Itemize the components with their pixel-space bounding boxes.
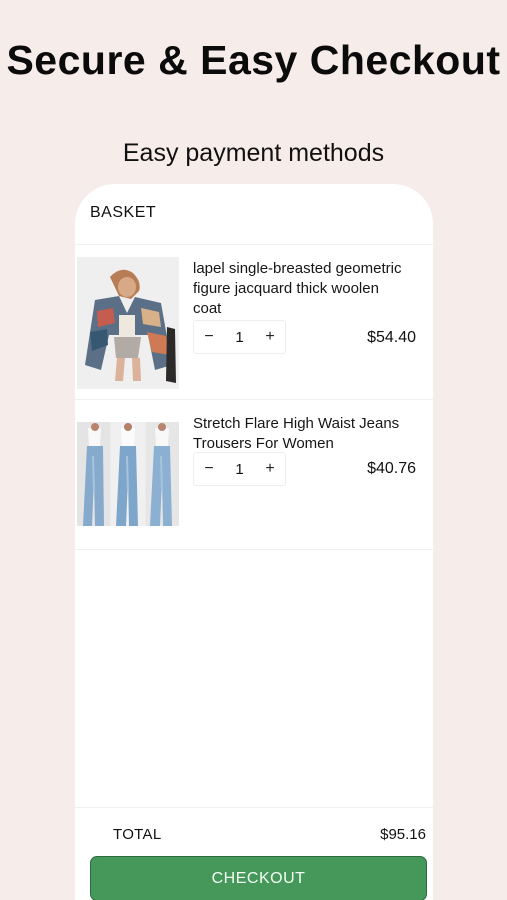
product-name: Stretch Flare High Waist Jeans Trousers … — [193, 415, 400, 452]
list-divider — [75, 549, 433, 550]
product-image-jeans[interactable] — [77, 422, 179, 526]
page-subtitle: Easy payment methods — [122, 139, 385, 167]
increment-button[interactable]: + — [264, 460, 276, 478]
product-image-jacket[interactable] — [77, 257, 179, 389]
decrement-button[interactable]: − — [203, 460, 215, 478]
app-promo-screen: Secure & Easy Checkout Easy payment meth… — [0, 0, 507, 900]
phone-screen: BASKET lapel single-breasted geometric f… — [75, 184, 433, 900]
total-value: $95.16 — [380, 826, 426, 843]
basket-item: Stretch Flare High Waist Jeans Trousers … — [75, 399, 433, 549]
product-name: lapel single-breasted geometric figure j… — [193, 260, 402, 317]
quantity-stepper: − 1 + — [193, 320, 286, 354]
quantity-value: 1 — [235, 328, 244, 346]
product-price: $54.40 — [367, 329, 416, 346]
quantity-value: 1 — [235, 460, 244, 478]
checkout-footer: TOTAL $95.16 CHECKOUT — [75, 807, 433, 900]
total-label: TOTAL — [113, 826, 162, 843]
quantity-stepper: − 1 + — [193, 452, 286, 486]
basket-title: BASKET — [90, 204, 157, 221]
product-price: $40.76 — [367, 460, 416, 477]
decrement-button[interactable]: − — [203, 328, 215, 346]
basket-item: lapel single-breasted geometric figure j… — [75, 244, 433, 394]
page-title: Secure & Easy Checkout — [6, 37, 501, 83]
increment-button[interactable]: + — [264, 328, 276, 346]
checkout-button[interactable]: CHECKOUT — [90, 856, 427, 900]
